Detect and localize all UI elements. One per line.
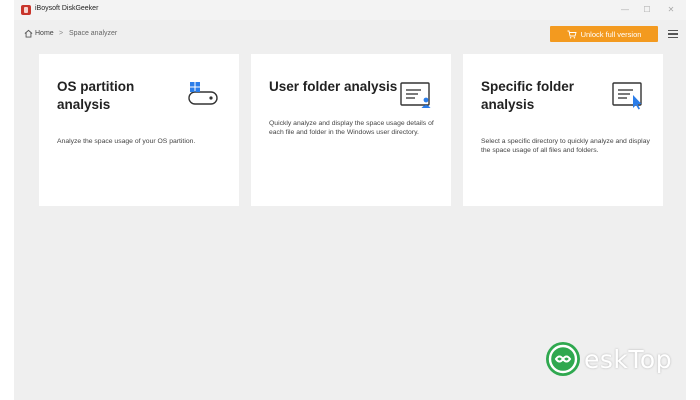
disk-partition-icon [188, 82, 218, 105]
card-user-folder-analysis[interactable]: User folder analysis Quickly analyze and… [251, 54, 451, 206]
title-bar: iBoysoft DiskGeeker — ☐ ✕ [14, 0, 686, 20]
card-title: OS partition analysis [57, 79, 135, 112]
card-description: Analyze the space usage of your OS parti… [57, 138, 196, 145]
top-bar: Home > Space analyzer Unlock full versio… [14, 20, 686, 48]
watermark-logo-icon [546, 342, 580, 376]
desktop-watermark: eskTop [544, 339, 684, 379]
app-title: iBoysoft DiskGeeker [35, 5, 99, 12]
cart-icon [567, 30, 577, 38]
card-os-partition-analysis[interactable]: OS partition analysis Analyze the space … [39, 54, 239, 206]
minimize-button[interactable]: — [616, 3, 634, 17]
maximize-button[interactable]: ☐ [638, 3, 656, 17]
home-icon[interactable] [24, 29, 33, 38]
close-button[interactable]: ✕ [662, 3, 680, 17]
unlock-label: Unlock full version [580, 29, 642, 39]
hamburger-menu-icon[interactable] [668, 30, 678, 38]
card-title: Specific folder analysis [481, 79, 575, 112]
app-logo-icon [21, 5, 31, 15]
unlock-full-version-button[interactable]: Unlock full version [550, 26, 658, 42]
card-description: Quickly analyze and display the space us… [269, 120, 434, 137]
user-folder-icon [400, 82, 431, 108]
breadcrumb-separator: > [59, 30, 64, 37]
breadcrumb-home[interactable]: Home [35, 30, 54, 37]
card-description: Select a specific directory to quickly a… [481, 138, 650, 155]
card-specific-folder-analysis[interactable]: Specific folder analysis Select a specif… [463, 54, 663, 206]
breadcrumb-current: Space analyzer [69, 30, 118, 37]
watermark-text: eskTop [584, 344, 673, 374]
folder-select-icon [612, 82, 642, 110]
